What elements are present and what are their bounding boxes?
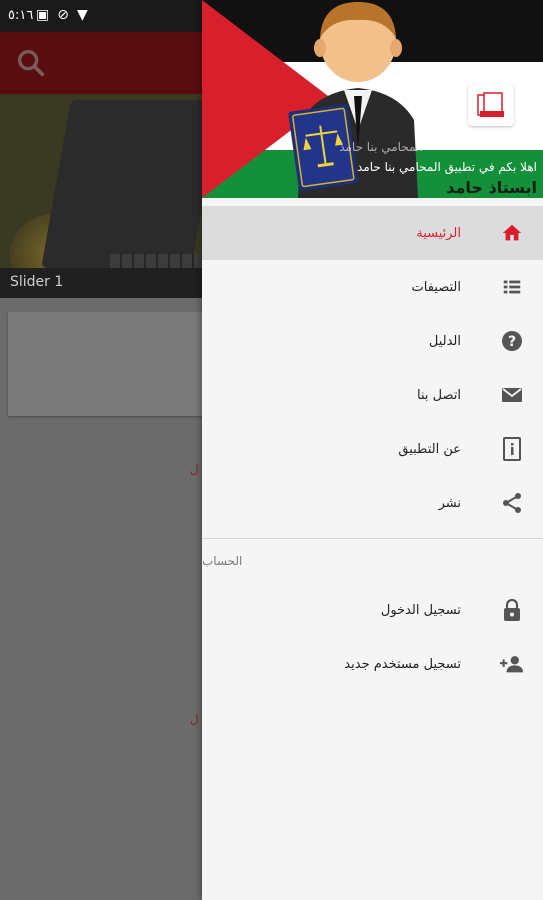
search-icon [17,49,45,77]
menu-item-label: نشر [438,495,461,511]
battery-saver-icon: ▣ [36,7,50,23]
background-text: ل [190,712,199,726]
header-welcome-text: اهلا بكم في تطبيق المحامي بنا حامد [356,160,537,174]
menu-item-label: الرئيسية [416,225,461,241]
menu-item-label: تسجيل الدخول [380,602,461,618]
menu-item-guide[interactable]: الدليل ? [202,314,543,368]
content-card[interactable] [8,312,202,416]
menu-item-register[interactable]: تسجيل مستخدم جديد [202,637,543,691]
drawer-menu: الرئيسية التصيفات الدليل ? اتصل بنا عن ا… [202,206,543,691]
menu-item-label: تسجيل مستخدم جديد [344,656,461,672]
slider-caption: Slider 1 [0,268,202,298]
list-icon [499,274,525,300]
help-icon: ? [499,328,525,354]
slider-image-laptop [41,100,202,268]
status-time: ٥:١٦ [8,8,34,23]
svg-text:?: ? [508,334,516,350]
account-section-title: الحساب [202,554,243,568]
lock-icon [499,597,525,623]
no-sim-icon: ⊘ [57,7,69,23]
menu-item-label: اتصل بنا [417,387,461,403]
background-text: ل [190,462,199,476]
menu-item-label: التصيفات [411,279,461,295]
drawer-header: المحامي بنا حامد اهلا بكم في تطبيق المحا… [202,0,543,198]
menu-item-label: الدليل [428,333,461,349]
menu-item-categories[interactable]: التصيفات [202,260,543,314]
search-button[interactable] [14,46,48,80]
home-icon [499,220,525,246]
menu-item-login[interactable]: تسجيل الدخول [202,583,543,637]
header-subtitle: المحامي بنا حامد [339,140,423,154]
menu-item-contact[interactable]: اتصل بنا [202,368,543,422]
menu-item-home[interactable]: الرئيسية [202,206,543,260]
add-user-icon [499,651,525,677]
wifi-icon: ▼ [76,7,88,23]
menu-item-label: عن التطبيق [398,441,461,457]
share-icon [499,490,525,516]
header-title: ابستاذ حامد [446,178,537,197]
mail-icon [499,382,525,408]
menu-item-about[interactable]: عن التطبيق [202,422,543,476]
navigation-drawer: المحامي بنا حامد اهلا بكم في تطبيق المحا… [202,0,543,900]
app-logo [468,84,514,126]
document-logo-icon [477,92,504,117]
info-icon [499,436,525,462]
menu-item-share[interactable]: نشر [202,476,543,530]
